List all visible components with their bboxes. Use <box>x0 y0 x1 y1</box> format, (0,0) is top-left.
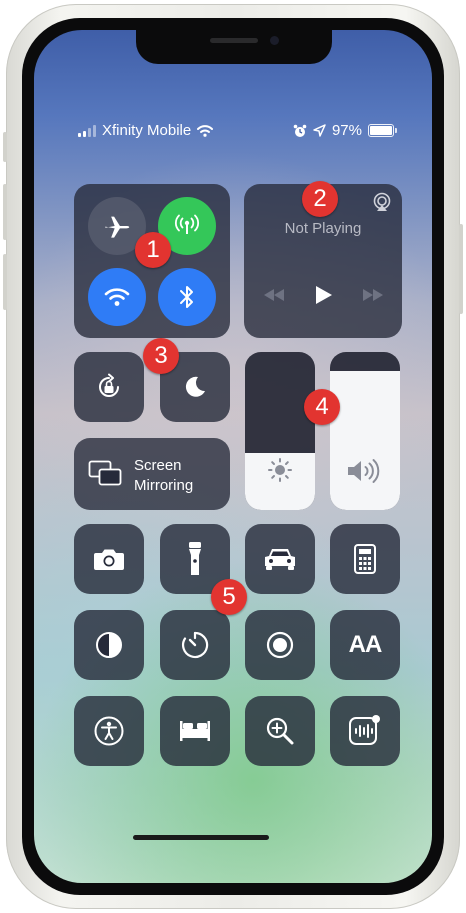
calculator-button[interactable] <box>330 524 400 594</box>
flashlight-icon <box>189 542 201 575</box>
volume-up-button <box>3 184 7 240</box>
timer-icon <box>182 631 209 659</box>
sun-icon <box>268 458 292 482</box>
magnifier-button[interactable] <box>245 696 315 766</box>
carrier-group: Xfinity Mobile <box>78 122 214 139</box>
camera-button[interactable] <box>74 524 144 594</box>
screen-recording-button[interactable] <box>245 610 315 680</box>
carrier-name: Xfinity Mobile <box>102 122 192 139</box>
sleep-button[interactable] <box>160 696 230 766</box>
fast-forward-icon[interactable] <box>361 288 385 302</box>
annotation-badge-3: 3 <box>143 338 179 374</box>
battery-icon <box>368 124 397 137</box>
volume-down-button <box>3 254 7 310</box>
brightness-slider[interactable] <box>245 352 315 510</box>
location-arrow-icon <box>313 124 326 137</box>
dark-mode-button[interactable] <box>74 610 144 680</box>
car-icon <box>265 549 295 570</box>
voice-memo-icon <box>349 715 380 745</box>
bluetooth-toggle-button[interactable] <box>158 268 216 326</box>
magnifier-icon <box>266 717 294 745</box>
battery-percent: 97% <box>331 122 362 139</box>
screen-mirroring-icon <box>88 460 122 486</box>
annotation-badge-4: 4 <box>304 389 340 425</box>
calculator-icon <box>354 544 376 574</box>
side-power-button <box>459 224 463 314</box>
airplane-icon <box>105 216 130 238</box>
annotation-badge-1: 1 <box>135 232 171 268</box>
wifi-toggle-button[interactable] <box>88 268 146 326</box>
antenna-icon <box>175 214 199 234</box>
alarm-icon <box>293 124 307 137</box>
text-size-icon: AA <box>348 631 383 658</box>
accessibility-button[interactable] <box>74 696 144 766</box>
earpiece-speaker <box>210 38 258 43</box>
timer-button[interactable] <box>160 610 230 680</box>
wifi-icon <box>197 124 214 137</box>
airplay-icon[interactable] <box>372 192 392 212</box>
rotation-lock-icon <box>99 373 119 397</box>
screen-mirroring-line2: Mirroring <box>134 477 194 494</box>
screen-mirroring-line1: Screen <box>134 457 182 474</box>
text-size-button[interactable]: AA <box>330 610 400 680</box>
dark-mode-icon <box>96 632 122 658</box>
status-bar: Xfinity Mobile 97% <box>0 122 466 142</box>
camera-icon <box>94 549 124 570</box>
voice-memos-button[interactable] <box>330 696 400 766</box>
volume-level-fill <box>330 370 400 510</box>
carplay-button[interactable] <box>245 524 315 594</box>
moon-icon <box>185 376 205 397</box>
play-icon[interactable] <box>312 284 334 306</box>
annotation-badge-5: 5 <box>211 579 247 615</box>
bluetooth-icon <box>180 286 193 308</box>
now-playing-title: Not Playing <box>284 220 362 237</box>
record-icon <box>266 631 294 659</box>
rewind-icon[interactable] <box>262 288 286 302</box>
speaker-volume-icon <box>348 459 380 483</box>
screen-mirroring-label: Screen Mirroring <box>134 456 193 496</box>
signal-bars-icon <box>78 124 96 137</box>
notch <box>136 30 332 64</box>
status-right-group: 97% <box>293 122 397 139</box>
accessibility-icon <box>94 716 124 746</box>
wifi-icon <box>104 288 130 306</box>
volume-slider[interactable] <box>330 352 400 510</box>
home-indicator[interactable] <box>133 835 269 840</box>
annotation-badge-2: 2 <box>302 181 338 217</box>
front-camera <box>270 36 279 45</box>
orientation-lock-button[interactable] <box>74 352 144 422</box>
bed-icon <box>180 721 210 741</box>
